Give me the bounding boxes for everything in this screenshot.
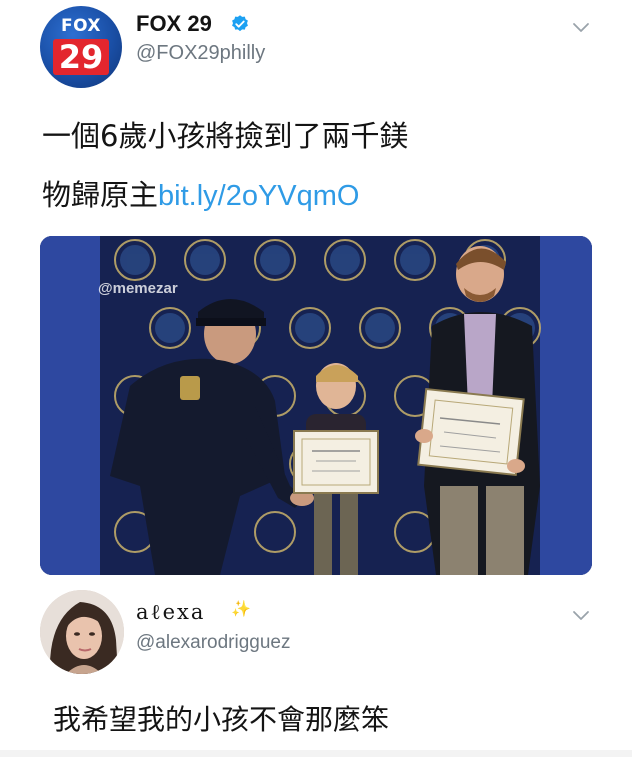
tweet-text-line1: 一個6歲小孩將撿到了兩千鎂 xyxy=(42,119,409,153)
chevron-down-icon[interactable] xyxy=(572,22,590,34)
alexa-portrait xyxy=(40,590,124,674)
tweet-link[interactable]: bit.ly/2oYVqmO xyxy=(158,180,359,212)
reply-text: 我希望我的小孩不會那麼笨 xyxy=(53,703,390,736)
tweet-text-plain: 物歸原主 xyxy=(42,178,159,212)
author-handle[interactable]: @FOX29philly xyxy=(136,42,265,65)
alexa-avatar[interactable] xyxy=(40,590,124,674)
tweet-photo[interactable]: @memezar xyxy=(40,236,592,575)
fox29-avatar[interactable]: FOX 29 xyxy=(40,6,122,88)
fox-logo-text: FOX xyxy=(60,16,102,36)
reply-handle[interactable]: @alexarodrigguez xyxy=(136,632,291,654)
author-display-name[interactable]: FOX 29 xyxy=(136,11,212,37)
reply-display-name[interactable]: aℓexa xyxy=(136,600,205,625)
fox-logo-number: 29 xyxy=(53,39,109,75)
photo-watermark: @memezar xyxy=(98,280,178,297)
verified-badge-icon xyxy=(232,15,248,32)
tweet-fox29: FOX 29 FOX 29 @FOX29philly 一個6歲小孩將撿到了兩千鎂… xyxy=(0,0,632,585)
chevron-down-icon[interactable] xyxy=(572,610,590,622)
bottom-divider xyxy=(0,750,632,757)
tweet-text-line2: 物歸原主bit.ly/2oYVqmO xyxy=(42,172,360,214)
sparkle-icon: ✨ xyxy=(231,599,251,618)
